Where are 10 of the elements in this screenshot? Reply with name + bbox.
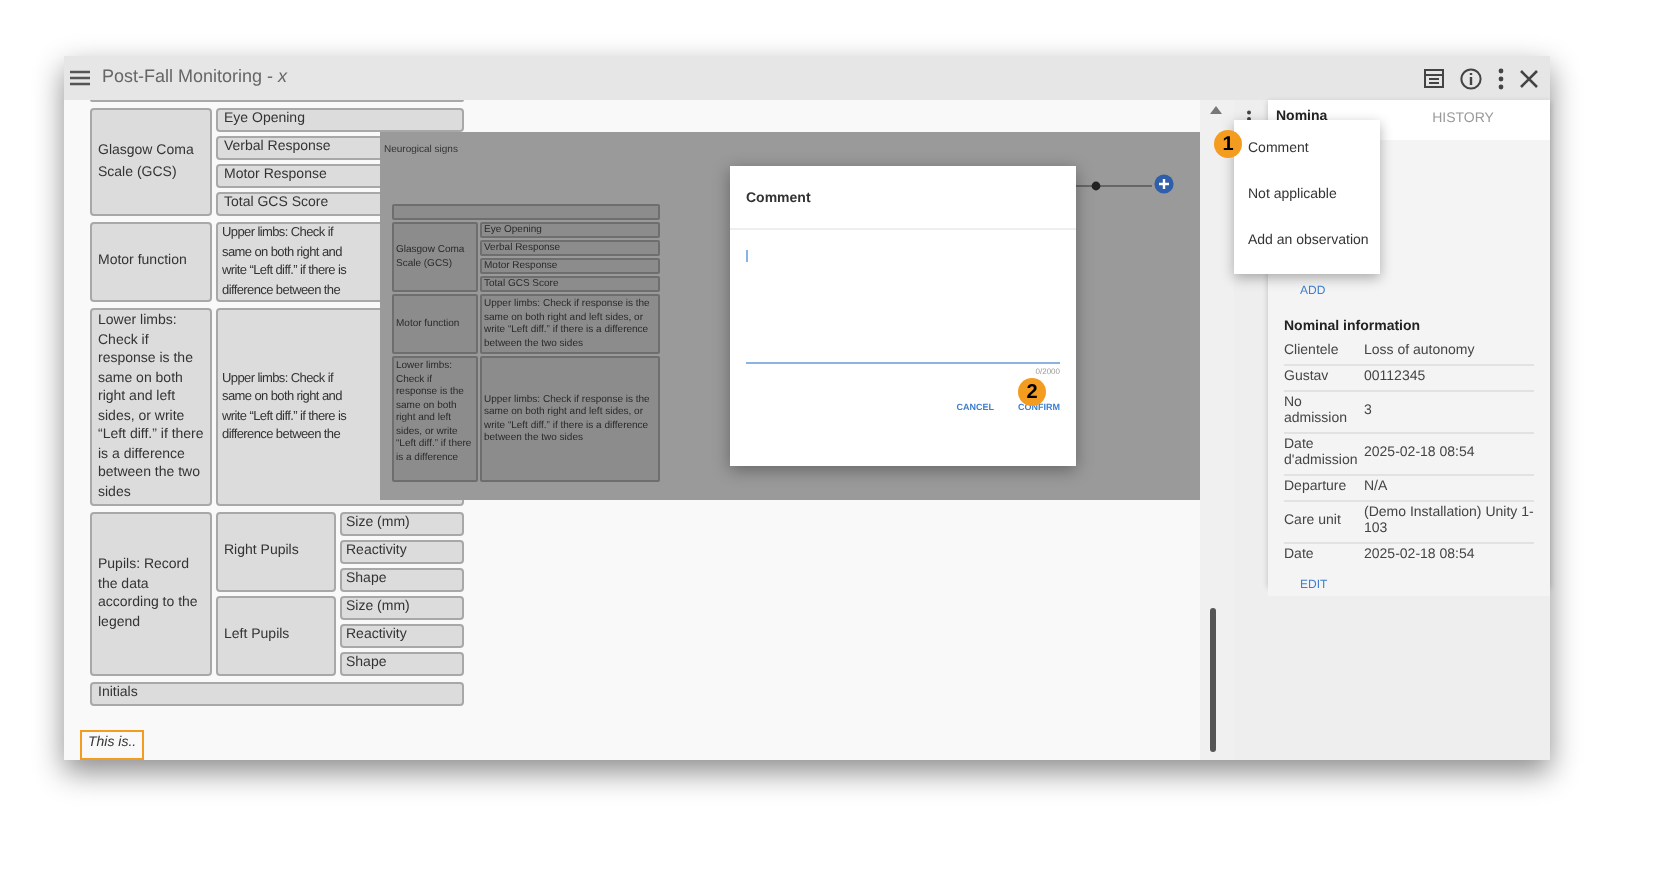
window-title: Post-Fall Monitoring - x: [102, 64, 288, 91]
menu-icon[interactable]: [70, 70, 90, 86]
info-icon[interactable]: [1460, 67, 1482, 89]
scrollbar-thumb[interactable]: [1210, 608, 1216, 752]
add-icon[interactable]: [1154, 174, 1174, 194]
close-icon[interactable]: [1520, 69, 1538, 87]
calendar-icon[interactable]: [1424, 68, 1444, 88]
kebab-icon[interactable]: [1498, 67, 1504, 89]
slider-drawing: [1076, 180, 1152, 192]
scroll-up-icon[interactable]: [1210, 106, 1222, 114]
